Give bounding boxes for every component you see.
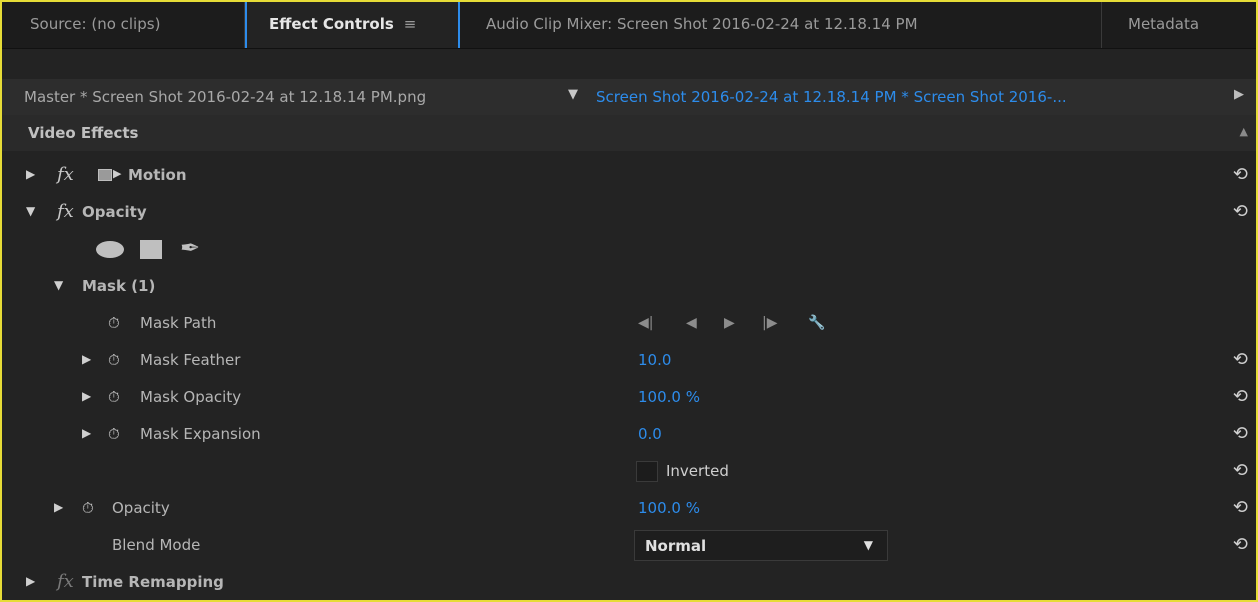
expand-triangle-icon[interactable]: ▶	[82, 389, 91, 403]
panel-tab-bar: Source: (no clips) Effect Controls ≡ Audi…	[2, 2, 1256, 49]
mask-path-row: ⏱ Mask Path ◀| ◀ ▶ |▶ 🔧	[2, 305, 1256, 342]
motion-label: Motion	[128, 166, 187, 184]
tab-source-label: Source: (no clips)	[30, 15, 161, 33]
clip-header: Master * Screen Shot 2016-02-24 at 12.18…	[2, 79, 1256, 115]
timeline-ruler-strip	[2, 49, 1256, 79]
mask-path-label: Mask Path	[140, 314, 217, 332]
scroll-up-icon[interactable]: ▲	[1240, 125, 1248, 138]
rectangle-mask-icon[interactable]	[140, 240, 162, 259]
panel-menu-icon[interactable]: ≡	[404, 15, 417, 33]
tab-audio-clip-mixer[interactable]: Audio Clip Mixer: Screen Shot 2016-02-24…	[460, 2, 1102, 48]
mask-feather-value[interactable]: 10.0	[638, 351, 671, 369]
reset-icon[interactable]: ⟲	[1233, 534, 1248, 555]
reset-icon[interactable]: ⟲	[1233, 201, 1248, 222]
reset-icon[interactable]: ⟲	[1233, 349, 1248, 370]
stopwatch-icon[interactable]: ⏱	[108, 351, 120, 369]
reset-icon[interactable]: ⟲	[1233, 460, 1248, 481]
opacity-effect-label: Opacity	[82, 203, 147, 221]
transform-icon[interactable]	[98, 169, 112, 181]
ellipse-mask-icon[interactable]	[96, 241, 124, 258]
collapse-triangle-icon[interactable]: ▼	[26, 204, 35, 218]
video-effects-label: Video Effects	[28, 124, 139, 142]
stopwatch-icon[interactable]: ⏱	[108, 425, 120, 443]
blend-mode-label: Blend Mode	[112, 536, 201, 554]
expand-triangle-icon[interactable]: ▶	[26, 167, 35, 181]
track-selected-backward-one-frame-icon[interactable]: ◀|	[638, 315, 653, 331]
blend-mode-value: Normal	[645, 537, 707, 555]
chevron-down-icon: ▼	[863, 538, 873, 552]
blend-mode-select[interactable]: Normal ▼	[634, 530, 888, 561]
clip-dropdown-icon[interactable]: ▼	[568, 87, 578, 102]
expand-triangle-icon[interactable]: ▶	[26, 574, 35, 588]
expand-timeline-icon[interactable]: ▶	[1234, 87, 1244, 102]
fx-toggle-icon[interactable]: fx	[57, 571, 74, 592]
mask-group-row[interactable]: ▼ Mask (1)	[2, 268, 1256, 305]
mask-expansion-value[interactable]: 0.0	[638, 425, 662, 443]
effect-row-motion[interactable]: ▶ fx ▶ Motion ⟲	[2, 157, 1256, 194]
tab-metadata-label: Metadata	[1128, 15, 1200, 33]
mask-feather-label: Mask Feather	[140, 351, 241, 369]
track-forward-icon[interactable]: ▶	[724, 315, 735, 331]
sequence-clip-selector[interactable]: Screen Shot 2016-02-24 at 12.18.14 PM * …	[596, 88, 1067, 106]
reset-icon[interactable]: ⟲	[1233, 164, 1248, 185]
wrench-icon[interactable]: 🔧	[808, 315, 825, 331]
time-remapping-label: Time Remapping	[82, 573, 224, 591]
opacity-param-label: Opacity	[112, 499, 170, 517]
tab-effect-controls[interactable]: Effect Controls ≡	[245, 2, 460, 48]
mask-expansion-label: Mask Expansion	[140, 425, 261, 443]
mask-opacity-label: Mask Opacity	[140, 388, 242, 406]
mask-tools-row: ✒	[2, 231, 1256, 268]
mask-opacity-row: ▶ ⏱ Mask Opacity 100.0 % ⟲	[2, 379, 1256, 416]
inverted-label: Inverted	[666, 462, 729, 480]
inverted-row: Inverted ⟲	[2, 453, 1256, 490]
tab-metadata[interactable]: Metadata	[1102, 2, 1252, 48]
opacity-param-value[interactable]: 100.0 %	[638, 499, 700, 517]
opacity-param-row: ▶ ⏱ Opacity 100.0 % ⟲	[2, 490, 1256, 527]
mask-feather-row: ▶ ⏱ Mask Feather 10.0 ⟲	[2, 342, 1256, 379]
track-backward-icon[interactable]: ◀	[686, 315, 697, 331]
expand-triangle-icon[interactable]: ▶	[82, 426, 91, 440]
blend-mode-row: Blend Mode Normal ▼ ⟲	[2, 527, 1256, 564]
inverted-checkbox[interactable]	[636, 461, 658, 482]
mask-expansion-row: ▶ ⏱ Mask Expansion 0.0 ⟲	[2, 416, 1256, 453]
reset-icon[interactable]: ⟲	[1233, 497, 1248, 518]
track-forward-one-frame-icon[interactable]: |▶	[762, 315, 777, 331]
effect-row-time-remapping[interactable]: ▶ fx Time Remapping	[2, 564, 1256, 600]
fx-toggle-icon[interactable]: fx	[57, 201, 74, 222]
tab-source[interactable]: Source: (no clips)	[2, 2, 245, 48]
expand-triangle-icon[interactable]: ▶	[82, 352, 91, 366]
expand-triangle-icon[interactable]: ▶	[54, 500, 63, 514]
mask-label: Mask (1)	[82, 277, 156, 295]
reset-icon[interactable]: ⟲	[1233, 423, 1248, 444]
play-triangle-icon: ▶	[113, 167, 122, 180]
fx-toggle-icon[interactable]: fx	[57, 164, 74, 185]
tab-effect-controls-label: Effect Controls	[269, 15, 394, 33]
collapse-triangle-icon[interactable]: ▼	[54, 278, 63, 292]
tab-audio-clip-mixer-label: Audio Clip Mixer: Screen Shot 2016-02-24…	[486, 15, 918, 33]
effect-controls-panel: Source: (no clips) Effect Controls ≡ Audi…	[0, 0, 1258, 602]
reset-icon[interactable]: ⟲	[1233, 386, 1248, 407]
mask-opacity-value[interactable]: 100.0 %	[638, 388, 700, 406]
stopwatch-icon[interactable]: ⏱	[108, 388, 120, 406]
master-clip-label: Master * Screen Shot 2016-02-24 at 12.18…	[24, 88, 427, 106]
pen-mask-icon[interactable]: ✒	[180, 234, 200, 262]
effect-row-opacity[interactable]: ▼ fx Opacity ⟲	[2, 194, 1256, 231]
video-effects-header: Video Effects ▲	[2, 115, 1256, 151]
stopwatch-icon[interactable]: ⏱	[108, 314, 120, 332]
stopwatch-icon[interactable]: ⏱	[82, 499, 94, 517]
